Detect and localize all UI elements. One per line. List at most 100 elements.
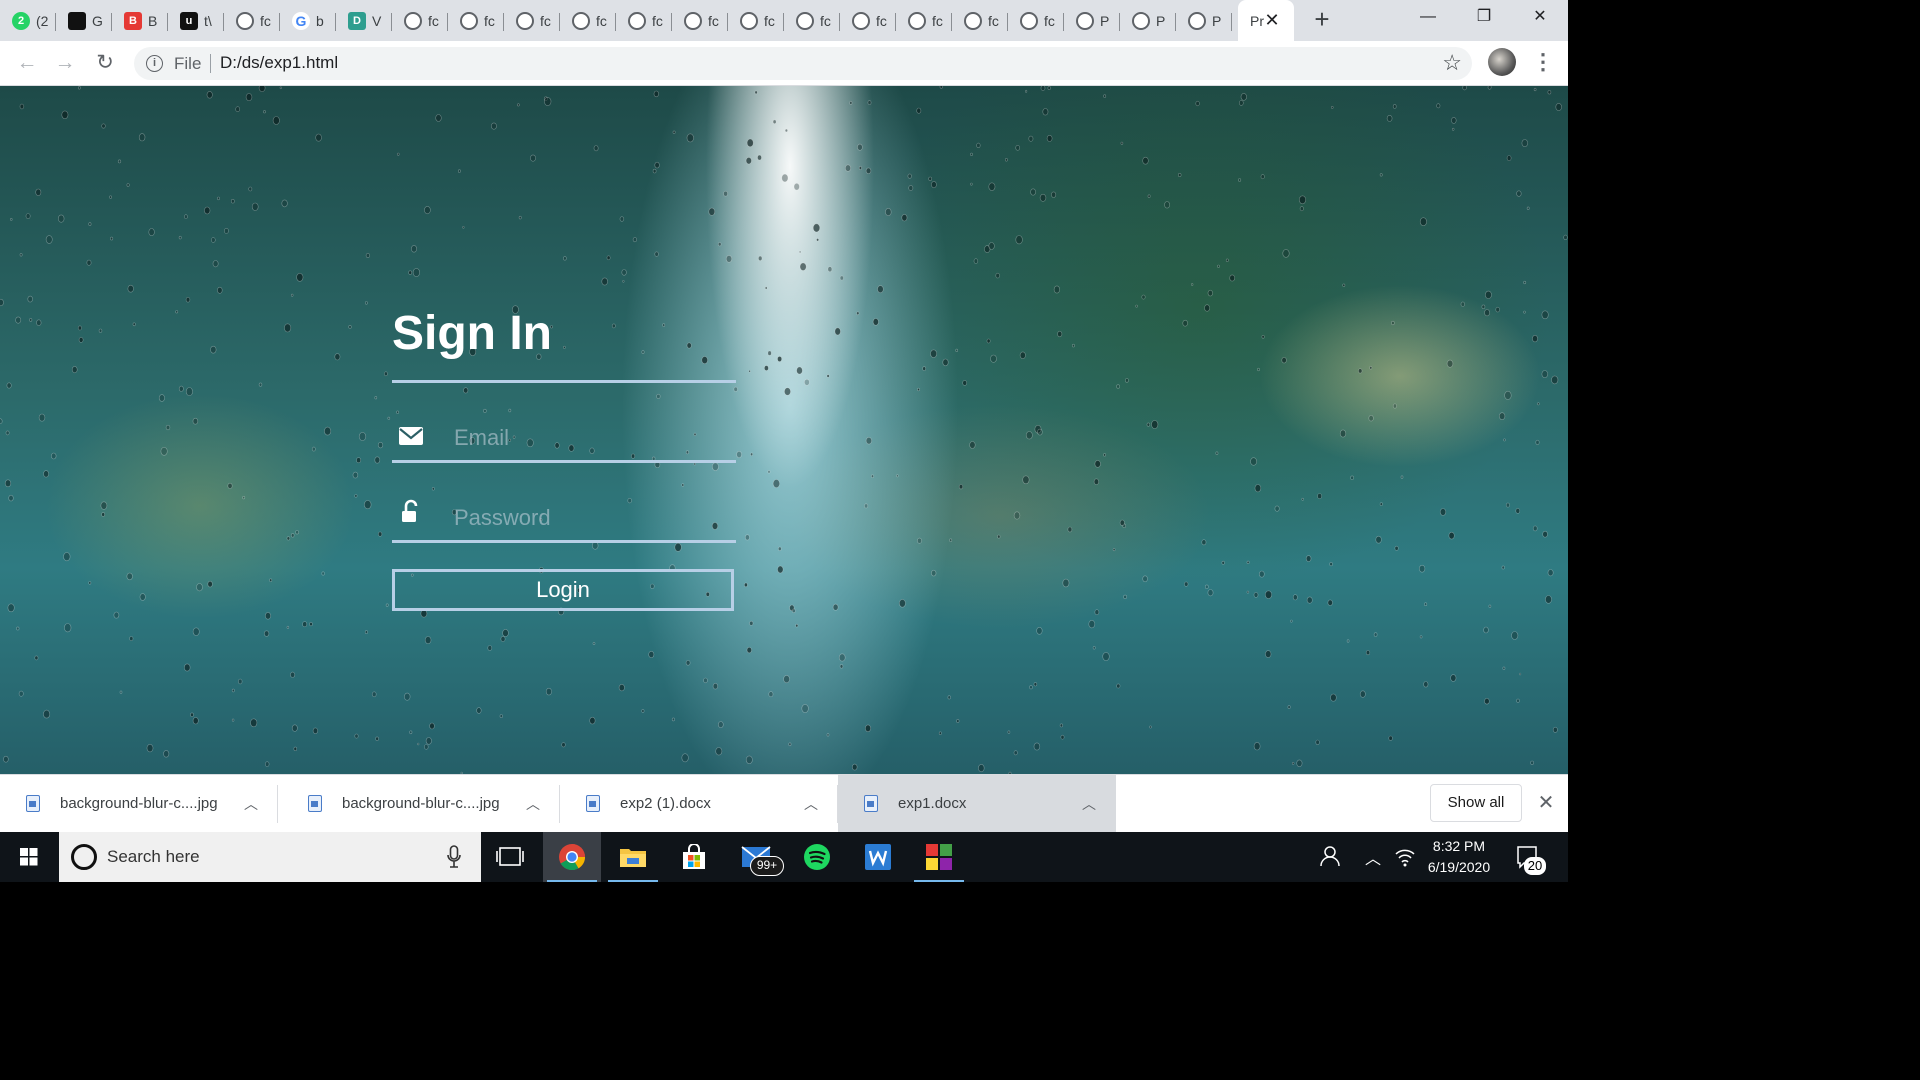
- tab[interactable]: P: [1120, 5, 1176, 37]
- email-field[interactable]: [454, 421, 724, 455]
- cortana-icon[interactable]: [71, 844, 97, 870]
- tab-title: fc: [988, 13, 999, 29]
- forward-button[interactable]: →: [52, 50, 78, 76]
- tab[interactable]: Gb: [280, 5, 336, 37]
- chevron-up-icon[interactable]: ︿: [804, 794, 818, 814]
- tab[interactable]: fc: [616, 5, 672, 37]
- colorful-grid-icon: [926, 844, 952, 870]
- new-tab-button[interactable]: +: [1310, 6, 1334, 32]
- tab[interactable]: fc: [560, 5, 616, 37]
- chevron-up-icon[interactable]: ︿: [244, 794, 258, 814]
- github-icon: [68, 12, 86, 30]
- chevron-up-icon[interactable]: ︿: [1360, 832, 1386, 882]
- word-button[interactable]: [849, 832, 907, 882]
- tab-title: fc: [540, 13, 551, 29]
- chevron-up-icon[interactable]: ︿: [1082, 794, 1096, 814]
- download-item[interactable]: exp1.docx ︿: [838, 775, 1116, 832]
- show-all-button[interactable]: Show all: [1430, 784, 1522, 822]
- globe-icon: [460, 12, 478, 30]
- app-black-icon: u: [180, 12, 198, 30]
- tab[interactable]: G: [56, 5, 112, 37]
- tab[interactable]: fc: [840, 5, 896, 37]
- tab[interactable]: fc: [952, 5, 1008, 37]
- reload-button[interactable]: ↻: [92, 50, 118, 76]
- tab-title: fc: [1044, 13, 1055, 29]
- download-filename: background-blur-c....jpg: [60, 795, 218, 812]
- tab[interactable]: P: [1176, 5, 1232, 37]
- chrome-taskbar-button[interactable]: [543, 832, 601, 882]
- tab-divider: [1119, 13, 1120, 31]
- divider: [277, 785, 278, 823]
- download-item[interactable]: background-blur-c....jpg ︿: [282, 775, 560, 832]
- word-icon: [865, 844, 891, 870]
- back-button[interactable]: ←: [14, 50, 40, 76]
- taskbar-search[interactable]: Search here: [59, 832, 481, 882]
- tab[interactable]: 2 (2: [0, 5, 56, 37]
- globe-icon: [1020, 12, 1038, 30]
- bookmark-star-icon[interactable]: ☆: [1442, 50, 1462, 76]
- close-icon[interactable]: ✕: [1536, 791, 1556, 815]
- system-clock[interactable]: 8:32 PM 6/19/2020: [1416, 836, 1502, 878]
- info-icon[interactable]: i: [146, 55, 163, 72]
- tab[interactable]: fc: [784, 5, 840, 37]
- windows-start-icon[interactable]: [0, 832, 58, 882]
- clock-time: 8:32 PM: [1432, 838, 1486, 854]
- password-field[interactable]: [454, 501, 724, 535]
- tab-close-icon[interactable]: ✕: [1264, 11, 1280, 29]
- tab-divider: [727, 13, 728, 31]
- image-file-icon: [308, 795, 322, 812]
- file-explorer-button[interactable]: [604, 832, 662, 882]
- url-text[interactable]: D:/ds/exp1.html: [220, 53, 338, 73]
- active-indicator: [608, 880, 658, 882]
- profile-avatar[interactable]: [1488, 48, 1516, 76]
- tab[interactable]: BB: [112, 5, 168, 37]
- tab[interactable]: DV: [336, 5, 392, 37]
- tab-title: fc: [764, 13, 775, 29]
- chrome-icon: [559, 844, 586, 871]
- globe-icon: [740, 12, 758, 30]
- tab-divider: [839, 13, 840, 31]
- active-indicator: [914, 880, 964, 882]
- minimize-button[interactable]: —: [1400, 0, 1456, 34]
- restore-button[interactable]: ❐: [1456, 0, 1512, 34]
- login-button[interactable]: Login: [392, 569, 734, 611]
- tab-divider: [447, 13, 448, 31]
- google-icon: G: [292, 12, 310, 30]
- globe-icon: [572, 12, 590, 30]
- spotify-button[interactable]: [788, 832, 846, 882]
- tab-title: b: [316, 13, 324, 29]
- tab[interactable]: P: [1064, 5, 1120, 37]
- tab-title: fc: [820, 13, 831, 29]
- people-icon[interactable]: [1316, 832, 1344, 882]
- app-grid-button[interactable]: [910, 832, 968, 882]
- tab-divider: [503, 13, 504, 31]
- search-input[interactable]: Search here: [107, 847, 200, 867]
- word-file-icon: [586, 795, 600, 812]
- task-view-icon[interactable]: [481, 832, 539, 882]
- tab[interactable]: fc: [224, 5, 280, 37]
- tab[interactable]: fc: [672, 5, 728, 37]
- tab[interactable]: fc: [896, 5, 952, 37]
- spotify-icon: [804, 844, 830, 870]
- tab-divider: [391, 13, 392, 31]
- download-item[interactable]: exp2 (1).docx ︿: [560, 775, 838, 832]
- close-window-button[interactable]: ✕: [1512, 0, 1568, 34]
- image-file-icon: [26, 795, 40, 812]
- menu-icon[interactable]: ⋮: [1532, 49, 1554, 75]
- microphone-icon[interactable]: [447, 845, 461, 869]
- address-bar[interactable]: i File D:/ds/exp1.html ☆: [134, 47, 1472, 80]
- tab[interactable]: fc: [504, 5, 560, 37]
- tab[interactable]: fc: [1008, 5, 1064, 37]
- chevron-up-icon[interactable]: ︿: [526, 794, 540, 814]
- tab-title: fc: [596, 13, 607, 29]
- tab-divider: [1175, 13, 1176, 31]
- store-button[interactable]: [665, 832, 723, 882]
- tab-active[interactable]: Pr ✕: [1238, 0, 1294, 41]
- tab[interactable]: fc: [448, 5, 504, 37]
- download-item[interactable]: background-blur-c....jpg ︿: [0, 775, 278, 832]
- tab[interactable]: fc: [392, 5, 448, 37]
- wifi-icon[interactable]: [1392, 832, 1418, 882]
- tab-title: P: [1100, 13, 1110, 29]
- tab[interactable]: u t\: [168, 5, 224, 37]
- tab[interactable]: fc: [728, 5, 784, 37]
